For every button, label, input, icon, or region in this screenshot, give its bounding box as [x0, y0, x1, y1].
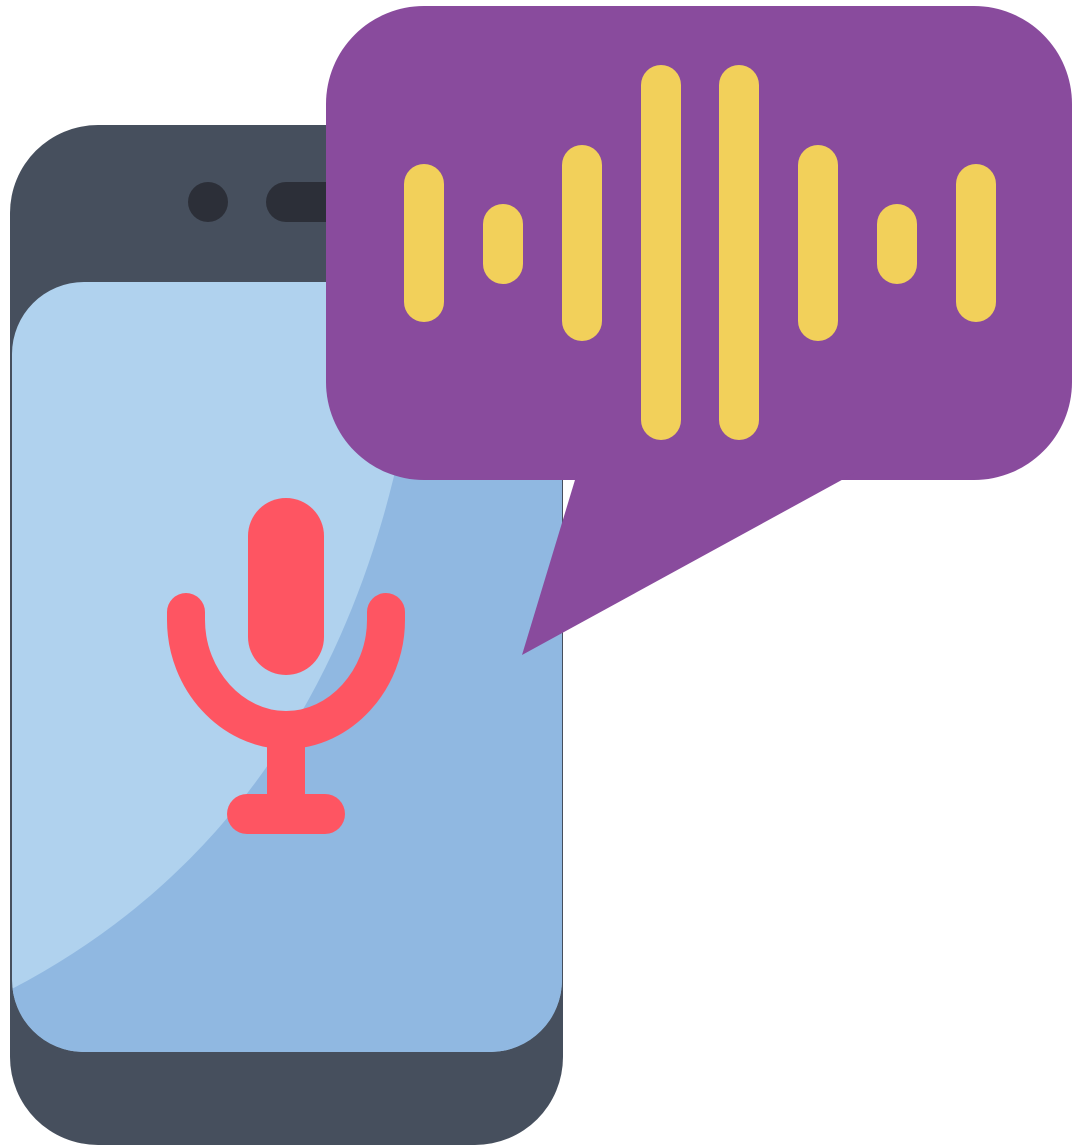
speech-bubble-tail — [522, 470, 860, 655]
sound-wave-bar — [956, 164, 996, 322]
sound-wave-bar — [798, 145, 838, 341]
phone-camera-icon — [188, 182, 228, 222]
sound-wave-bar — [483, 204, 523, 284]
sound-wave-bar — [562, 145, 602, 341]
sound-wave-bar — [719, 65, 759, 440]
sound-wave-bar — [404, 164, 444, 322]
voice-assistant-illustration — [10, 6, 1072, 1145]
sound-wave-bar — [641, 65, 681, 440]
sound-wave-bar — [877, 204, 917, 284]
